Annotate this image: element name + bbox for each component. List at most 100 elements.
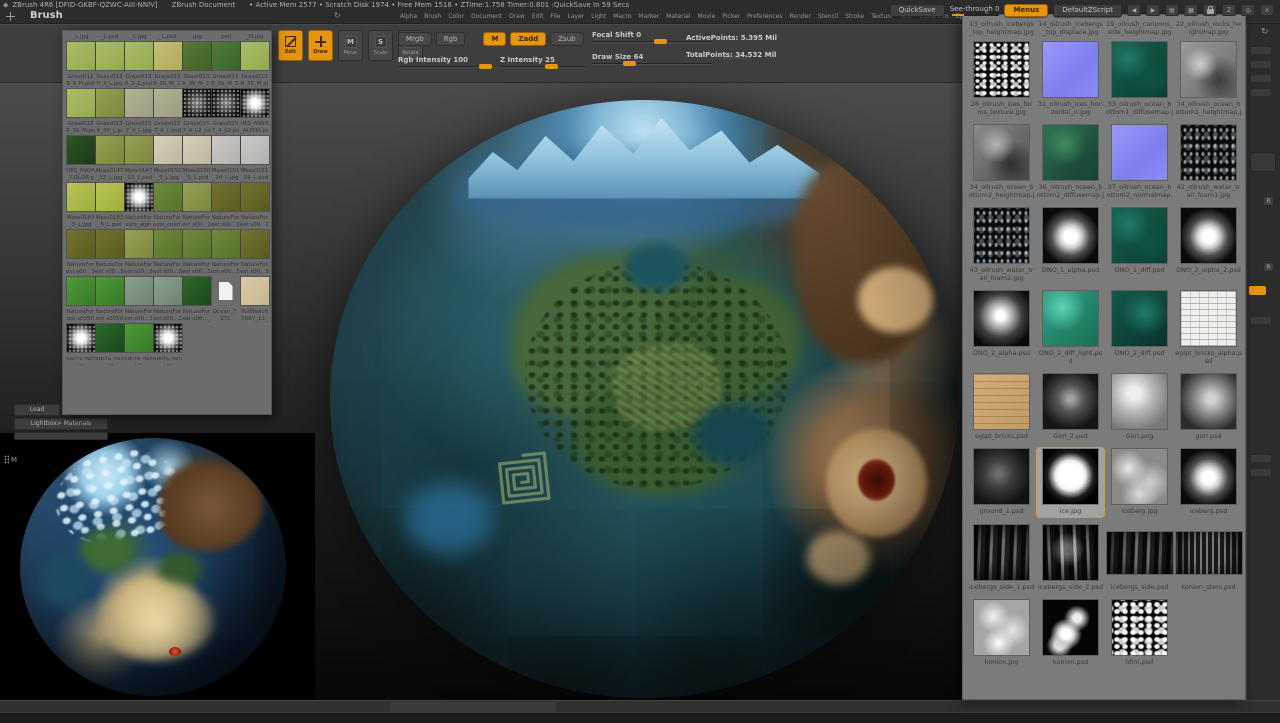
menu-document[interactable]: Document	[471, 13, 502, 20]
texture-item[interactable]: Moss0183_5_L.jpg	[66, 215, 95, 258]
draw-button[interactable]: Draw	[308, 30, 333, 61]
texture-item[interactable]: _L.jpg	[124, 34, 153, 70]
zadd-button[interactable]: Zadd	[510, 32, 546, 46]
texture-item[interactable]: Grass0157_4_L2.psd	[211, 121, 240, 164]
texture-item[interactable]: SoilBeach0087_11_L.jpg	[240, 309, 269, 352]
menu-brush[interactable]: Brush	[424, 13, 441, 20]
menu-alpha[interactable]: Alpha	[400, 13, 417, 20]
lightbox-materials-button[interactable]: Lightbox> Materials	[14, 418, 108, 430]
m-button[interactable]: M	[483, 32, 506, 46]
texture-item[interactable]: Ocean_7.ZTL	[211, 309, 240, 352]
quicksave-button[interactable]: QuickSave	[890, 4, 945, 17]
file-item[interactable]: DNO_2_alpha_2.psd	[1174, 206, 1243, 284]
menus-button[interactable]: Menus	[1004, 4, 1048, 17]
file-item[interactable]: icebergs_side_1.psd	[967, 523, 1036, 593]
menu-macro[interactable]: Macro	[613, 13, 631, 20]
left-tray-icon[interactable]: ▤	[1165, 4, 1179, 16]
shelf-accent-button[interactable]	[1249, 286, 1266, 295]
scale-button[interactable]: S Scale	[368, 30, 393, 61]
file-item[interactable]: DNO_2_diff.psd	[1105, 289, 1174, 367]
texture-item[interactable]: NatureForest s00...2_L.jpg	[211, 215, 240, 258]
shelf-button[interactable]	[1250, 74, 1272, 83]
file-item[interactable]: konion_steni.psd	[1174, 523, 1243, 593]
record-icon[interactable]: ◎	[1241, 4, 1255, 16]
texture-item[interactable]: NatureForests_color.psd	[153, 215, 182, 258]
shelf-preview[interactable]	[1250, 152, 1276, 172]
see-through-slider[interactable]: See-through 0	[950, 5, 1000, 16]
file-item[interactable]: 14_oilrush_icebergs_top_displace.jpg	[1036, 18, 1105, 38]
menu-movie[interactable]: Movie	[698, 13, 716, 20]
texture-item[interactable]: NatureForest s00...5_L.psd	[240, 262, 269, 305]
texture-item[interactable]: NatureForest s00...3_L.psd	[182, 262, 211, 305]
file-item[interactable]: DNO_2_diff_light.psd	[1036, 289, 1105, 367]
texture-item[interactable]: NatureForest s00...3_L.jpg	[153, 262, 182, 305]
planet-sculpt[interactable]	[330, 100, 958, 698]
texture-item[interactable]: Grass0129_9_H.psd	[66, 74, 95, 117]
texture-item[interactable]: Grass0130_2_L.psd	[124, 74, 153, 117]
texture-item[interactable]: NatureForest s00...1_H.jpg	[153, 309, 182, 352]
mrgb-button[interactable]: Mrgb	[398, 32, 432, 46]
texture-item[interactable]: Grass0157_4_L.jpg	[124, 121, 153, 164]
menu-light[interactable]: Light	[591, 13, 606, 20]
texture-item[interactable]: NatureForest s00...5_L.jpg	[211, 262, 240, 305]
zoom-icon[interactable]: Z	[1222, 4, 1236, 16]
zsub-button[interactable]: Zsub	[550, 32, 583, 46]
edit-button[interactable]: Edit	[278, 30, 303, 61]
texture-item[interactable]: Moss0151_24_L.psd	[240, 168, 269, 211]
r-button[interactable]: R	[1263, 262, 1274, 272]
file-item[interactable]: konion.jpg	[967, 598, 1036, 668]
rgb-button[interactable]: Rgb	[436, 32, 466, 46]
texture-item[interactable]: Moss0150_5_L.psd	[182, 168, 211, 211]
texture-item[interactable]: Grass0139_33_L.jpg	[95, 121, 124, 164]
shelf-button[interactable]	[1250, 88, 1272, 97]
load-button[interactable]: Load	[14, 404, 60, 416]
file-item[interactable]: Gori_2.psd	[1036, 372, 1105, 442]
file-item[interactable]: iceberg.psd	[1174, 447, 1243, 518]
bottom-scrollbar[interactable]	[390, 702, 556, 712]
file-item[interactable]: konion.psd	[1036, 598, 1105, 668]
file-item[interactable]: icebergs_side_2.psd	[1036, 523, 1105, 593]
menu-render[interactable]: Render	[789, 13, 810, 20]
next-icon[interactable]: ▶	[1146, 4, 1160, 16]
texture-item[interactable]: Grass0138_3S_M.psd	[66, 121, 95, 164]
move-button[interactable]: M Move	[338, 30, 363, 61]
texture-item[interactable]: кисть пальм	[95, 356, 124, 365]
menu-file[interactable]: File	[550, 13, 560, 20]
close-icon[interactable]: ×	[1260, 4, 1274, 16]
z-intensity-slider[interactable]: Z Intensity 25	[500, 56, 586, 68]
texture-item[interactable]: .jpg	[182, 34, 211, 70]
file-item[interactable]: 13_oilrush_icebergs_top_heightmap.jpg	[967, 18, 1036, 38]
file-item[interactable]: gori.psd	[1174, 372, 1243, 442]
texture-item[interactable]: Grass0138_3S_M_2.psd	[182, 74, 211, 117]
texture-item[interactable]: Moss0151_24_L.jpg	[211, 168, 240, 211]
texture-item[interactable]: Grass0138_3S_M.jpg	[240, 74, 269, 117]
texture-item[interactable]: UES_MAYA_COLOR.psd	[66, 168, 95, 211]
texture-item[interactable]: кисть пальм	[66, 356, 95, 365]
menu-picker[interactable]: Picker	[722, 13, 740, 20]
menu-marker[interactable]: Marker	[638, 13, 659, 20]
lock-icon[interactable]	[1203, 4, 1217, 16]
file-item[interactable]: 34_oilrush_ocean_bottom2_heightmap.jpg	[967, 123, 1036, 201]
menu-layer[interactable]: Layer	[568, 13, 585, 20]
texture-item[interactable]: NatureForest s00...5_L.jpg	[95, 262, 124, 305]
file-item[interactable]: 34_oilrush_ocean_bottom1_heightmap.jpg	[1174, 40, 1243, 118]
shelf-button[interactable]	[1250, 60, 1272, 69]
shelf-button[interactable]	[1250, 46, 1272, 55]
texture-item[interactable]: Moss0183_5_L.psd	[95, 215, 124, 258]
file-item[interactable]: ground_1.psd	[967, 447, 1036, 518]
default-zscript-button[interactable]: DefaultZScript	[1053, 4, 1122, 17]
right-tray-icon[interactable]: ▦	[1184, 4, 1198, 16]
file-item[interactable]: ldini.psd	[1105, 598, 1174, 668]
texture-item[interactable]: Grass0157_4_L.psd	[153, 121, 182, 164]
texture-item[interactable]: NatureForest s00..._H.psd	[182, 309, 211, 352]
shelf-button[interactable]	[1250, 468, 1272, 477]
file-item[interactable]: 36_oilrush_ocean_bottom2_diffusemap.jpg	[1036, 123, 1105, 201]
texture-item[interactable]: NatureForest s00...5_L.psd	[124, 262, 153, 305]
texture-item[interactable]: _M.jpg	[240, 34, 269, 70]
planet-thumbnail[interactable]	[20, 438, 286, 696]
texture-item[interactable]: Grass0157_4_L2_copy.psd	[182, 121, 211, 164]
file-item[interactable]: 31_oilrush_ices_horizontal_n.jpg	[1036, 40, 1105, 118]
file-item[interactable]: 33_oilrush_ocean_bottom1_diffusemap.jpg	[1105, 40, 1174, 118]
file-item[interactable]: Gori.png	[1105, 372, 1174, 442]
menu-color[interactable]: Color	[448, 13, 464, 20]
